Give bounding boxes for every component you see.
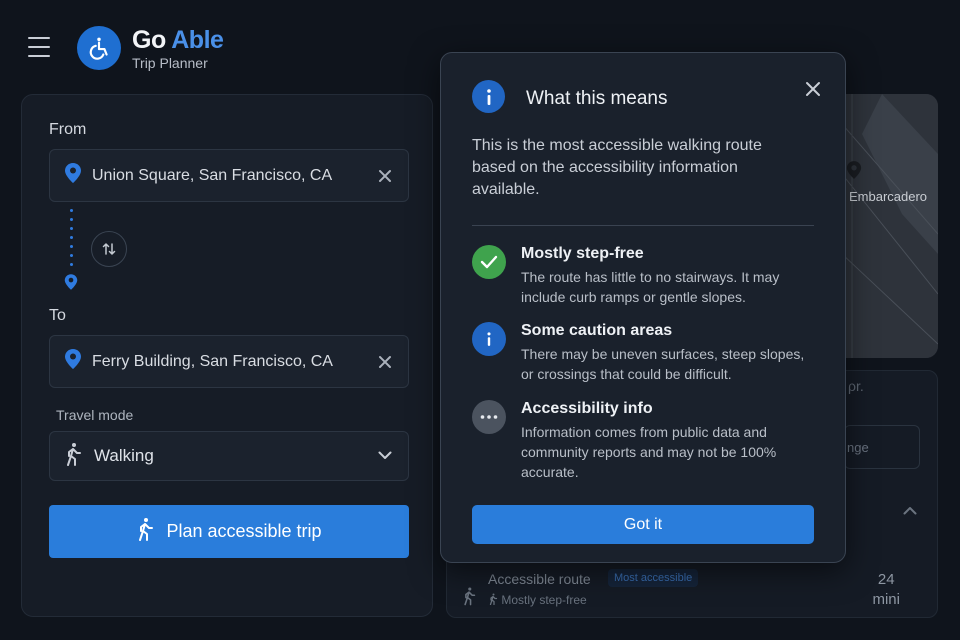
route-subtitle-text: Mostly step-free [501, 593, 587, 607]
dialog-title: What this means [526, 88, 668, 109]
route-list-item[interactable]: Accessible route Most accessible Mostly … [450, 560, 938, 618]
info-item-title: Some caution areas [521, 322, 673, 339]
route-duration-unit: mini [872, 591, 900, 608]
info-icon [472, 80, 505, 113]
travel-mode-label: Travel mode [56, 407, 134, 423]
from-field[interactable]: Union Square, San Francisco, CA [49, 149, 409, 202]
chevron-up-icon[interactable] [903, 502, 917, 520]
destination-pin-icon [64, 273, 78, 296]
from-value: Union Square, San Francisco, CA [92, 166, 333, 184]
brand-go: Go [132, 26, 166, 54]
route-subtitle: Mostly step-free [488, 593, 587, 607]
to-field[interactable]: Ferry Building, San Francisco, CA [49, 335, 409, 388]
info-icon [472, 322, 506, 356]
route-duration: 24 mini [872, 570, 900, 610]
trip-planner-panel: From Union Square, San Francisco, CA To … [21, 94, 433, 617]
info-item-description: The route has little to no stairways. It… [521, 269, 780, 305]
app-brand: Go Able Trip Planner [132, 26, 224, 71]
plan-button-label: Plan accessible trip [166, 521, 322, 541]
app-subtitle: Trip Planner [132, 55, 208, 71]
check-icon [472, 245, 506, 279]
clear-to-icon[interactable] [366, 343, 404, 381]
from-label: From [49, 121, 87, 138]
menu-icon[interactable] [28, 37, 50, 59]
wheelchair-logo-icon [77, 26, 121, 70]
brand-able: Able [171, 26, 224, 54]
dialog-intro: This is the most accessible walking rout… [472, 137, 762, 198]
swap-locations-button[interactable] [91, 231, 127, 267]
info-item-title: Mostly step-free [521, 245, 644, 262]
location-pin-icon [64, 348, 82, 375]
close-icon[interactable] [799, 75, 827, 103]
to-value: Ferry Building, San Francisco, CA [92, 352, 333, 370]
route-connector [70, 209, 74, 269]
travel-mode-select[interactable]: Walking [49, 431, 409, 481]
walking-icon [64, 442, 82, 471]
info-item-description: Information comes from public data and c… [521, 424, 777, 480]
got-it-button[interactable]: Got it [472, 505, 814, 544]
plan-accessible-trip-button[interactable]: Plan accessible trip [49, 505, 409, 558]
walking-icon [136, 517, 154, 546]
travel-mode-value: Walking [94, 446, 154, 465]
map-place-label: Embarcadero [849, 189, 928, 204]
walking-icon [489, 593, 498, 606]
more-icon [472, 400, 506, 434]
route-option-label: nge [847, 440, 869, 455]
route-duration-value: 24 [877, 571, 895, 588]
clear-from-icon[interactable] [366, 157, 404, 195]
info-item-description: There may be uneven surfaces, steep slop… [521, 346, 805, 382]
dialog-divider [472, 225, 814, 226]
route-badge: Most accessible [608, 569, 699, 587]
info-item-title: Accessibility info [521, 400, 653, 417]
route-title: Accessible route [488, 571, 591, 587]
map-view[interactable] [842, 94, 938, 358]
chevron-down-icon [378, 447, 392, 465]
what-this-means-dialog: What this means This is the most accessi… [440, 52, 846, 563]
map-marker-icon [846, 160, 862, 185]
location-pin-icon [64, 162, 82, 189]
to-label: To [49, 307, 66, 324]
route-option-button[interactable]: nge [844, 425, 920, 469]
swap-icon [102, 243, 116, 255]
walking-icon [462, 586, 476, 611]
route-results-faded-text: ρr. [848, 378, 864, 394]
